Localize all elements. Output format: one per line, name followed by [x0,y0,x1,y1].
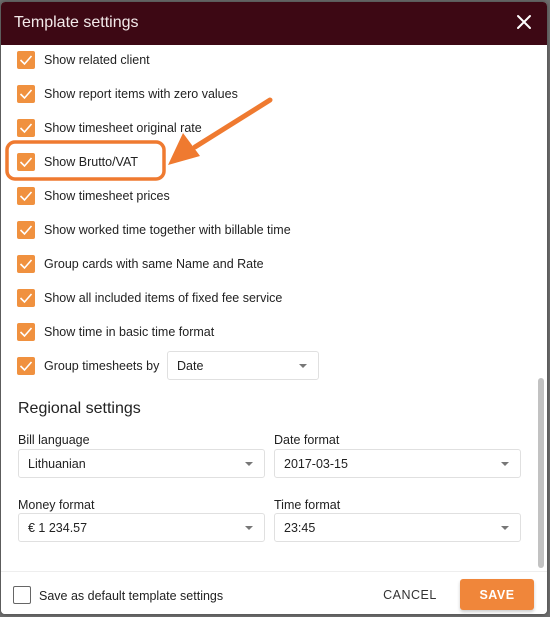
checkbox-checked-icon[interactable] [17,153,35,171]
checkbox-checked-icon[interactable] [17,119,35,137]
checkbox-checked-icon[interactable] [17,51,35,69]
option-label: Show Brutto/VAT [44,155,139,169]
option-group-cards[interactable]: Group cards with same Name and Rate [17,254,264,274]
date-format-label: Date format [274,433,340,447]
option-basic-time-format[interactable]: Show time in basic time format [17,322,214,342]
chevron-down-icon [299,364,307,368]
option-label: Group cards with same Name and Rate [44,257,264,271]
chevron-down-icon [245,462,253,466]
checkbox-checked-icon[interactable] [17,85,35,103]
option-label: Show time in basic time format [44,325,215,339]
option-label: Show timesheet original rate [44,121,202,135]
money-format-label: Money format [18,498,95,512]
option-label: Group timesheets by [44,359,160,373]
bill-language-label: Bill language [18,433,90,447]
cancel-button[interactable]: CANCEL [373,581,447,609]
option-show-related-client[interactable]: Show related client [17,50,150,70]
option-label: Show worked time together with billable … [44,223,291,237]
save-as-default-label: Save as default template settings [39,589,224,603]
date-format-select[interactable]: 2017-03-15 [274,449,521,478]
select-value: € 1 234.57 [28,520,88,535]
time-format-select[interactable]: 23:45 [274,513,521,542]
option-label: Show report items with zero values [44,87,238,101]
checkbox-checked-icon[interactable] [17,289,35,307]
checkbox-checked-icon[interactable] [17,221,35,239]
checkbox-checked-icon[interactable] [17,255,35,273]
dialog-header: Template settings [1,2,547,45]
option-show-zero-values[interactable]: Show report items with zero values [17,84,238,104]
chevron-down-icon [501,462,509,466]
option-show-fixed-fee-items[interactable]: Show all included items of fixed fee ser… [17,288,282,308]
close-icon[interactable] [513,11,535,33]
checkbox-checked-icon[interactable] [17,323,35,341]
chevron-down-icon [501,526,509,530]
option-show-original-rate[interactable]: Show timesheet original rate [17,118,202,138]
dialog-body: Show related client Show report items wi… [1,45,547,571]
select-value: 23:45 [284,520,316,535]
group-timesheets-select[interactable]: Date [167,351,319,380]
option-group-timesheets[interactable]: Group timesheets by [17,356,159,376]
bill-language-select[interactable]: Lithuanian [18,449,265,478]
save-as-default-checkbox[interactable] [13,586,31,604]
checkbox-checked-icon[interactable] [17,357,35,375]
dialog-footer: Save as default template settings CANCEL… [1,571,547,614]
scrollbar[interactable] [538,378,544,568]
select-value: 2017-03-15 [284,456,348,471]
template-settings-dialog: Template settings Show related client Sh… [1,2,547,614]
money-format-select[interactable]: € 1 234.57 [18,513,265,542]
select-value: Lithuanian [28,456,86,471]
option-show-timesheet-prices[interactable]: Show timesheet prices [17,186,170,206]
select-value: Date [177,358,204,373]
time-format-label: Time format [274,498,341,512]
save-button[interactable]: SAVE [460,579,534,610]
checkbox-checked-icon[interactable] [17,187,35,205]
option-show-worked-time[interactable]: Show worked time together with billable … [17,220,291,240]
option-label: Show all included items of fixed fee ser… [44,291,283,305]
option-label: Show related client [44,53,150,67]
option-label: Show timesheet prices [44,189,170,203]
chevron-down-icon [245,526,253,530]
dialog-title: Template settings [14,14,139,31]
option-show-brutto-vat[interactable]: Show Brutto/VAT [17,152,138,172]
regional-settings-title: Regional settings [18,400,141,417]
